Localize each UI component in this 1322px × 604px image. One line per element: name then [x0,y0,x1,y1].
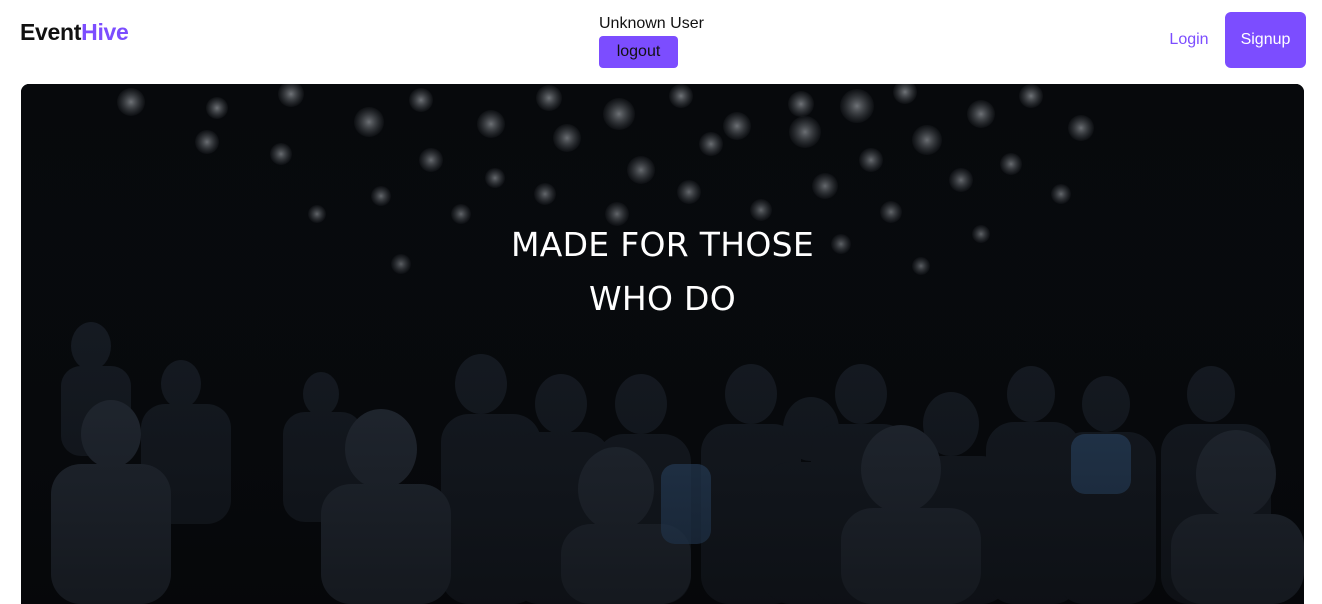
user-name: Unknown User [599,15,704,32]
logo-text-event: Event [20,19,82,45]
user-panel: Unknown User logout [599,14,704,68]
logout-button[interactable]: logout [599,36,678,68]
brand-logo[interactable]: EventHive [20,17,129,47]
login-link[interactable]: Login [1164,29,1214,51]
hero-headline: MADE FOR THOSE WHO DO [21,218,1304,326]
hero-headline-line-1: MADE FOR THOSE [510,225,815,264]
signup-button[interactable]: Signup [1225,12,1306,68]
hero-banner: MADE FOR THOSE WHO DO [21,84,1304,604]
hero-headline-line-2: WHO DO [588,279,737,318]
logo-text-hive: Hive [81,19,129,45]
hero-audience-image [21,84,1304,604]
top-navbar: EventHive Unknown User logout Login Sign… [0,0,1322,84]
